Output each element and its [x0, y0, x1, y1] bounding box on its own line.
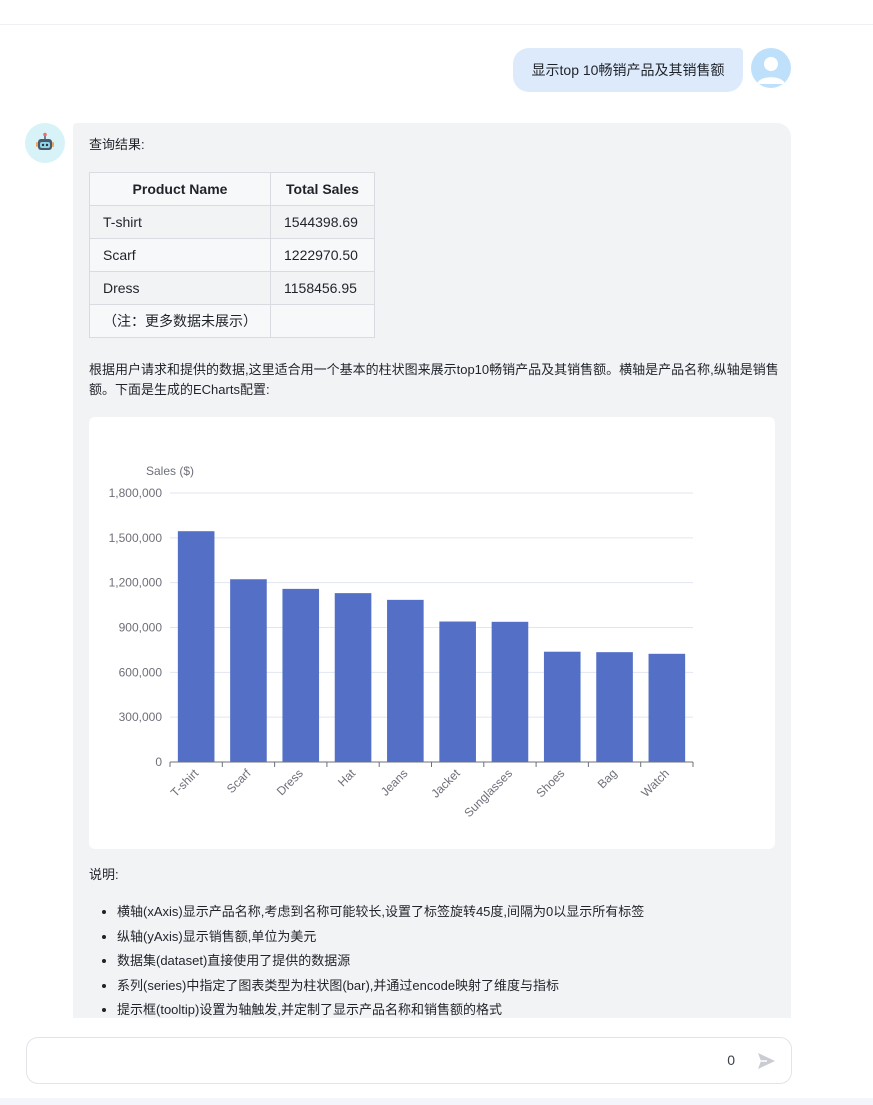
y-axis-label: Sales ($) [146, 464, 194, 478]
column-header-product-name: Product Name [89, 172, 271, 206]
x-tick-label: Jeans [378, 766, 411, 799]
x-tick-label: Bag [595, 766, 620, 791]
cell-product-name: T-shirt [89, 205, 271, 239]
bar [230, 579, 267, 762]
x-tick-label: T-shirt [168, 766, 202, 800]
user-avatar [751, 48, 791, 88]
bar [648, 653, 686, 762]
user-message-bubble: 显示top 10畅销产品及其销售额 [513, 48, 743, 92]
cell-total-sales: 1222970.50 [270, 238, 375, 272]
table-row-note: （注：更多数据未展示） [89, 304, 375, 338]
table-header-row: Product Name Total Sales [89, 172, 375, 206]
x-tick-label: Dress [274, 766, 306, 798]
send-icon[interactable] [755, 1050, 777, 1072]
chart-container: 0 300,000 600,000 900,000 1,200,000 1,500,000… [89, 417, 775, 849]
table-row: T-shirt 1544398.69 [89, 205, 375, 239]
notes-title: 说明: [89, 867, 119, 882]
x-tick-label: Jacket [428, 766, 463, 801]
table-row: Scarf 1222970.50 [89, 238, 375, 272]
header-divider [0, 24, 873, 25]
list-item: 纵轴(yAxis)显示销售额,单位为美元 [117, 925, 777, 950]
notes-list: 横轴(xAxis)显示产品名称,考虑到名称可能较长,设置了标签旋转45度,间隔为… [89, 900, 777, 1018]
table-row: Dress 1158456.95 [89, 271, 375, 305]
user-icon [757, 57, 785, 84]
y-tick-label: 1,800,000 [109, 486, 163, 500]
x-tick-label: Hat [335, 766, 359, 790]
chart-description: 根据用户请求和提供的数据,这里适合用一个基本的柱状图来展示top10畅销产品及其… [89, 362, 779, 397]
cell-more-data-note: （注：更多数据未展示） [89, 304, 271, 338]
x-tick-label: Sunglasses [461, 766, 515, 820]
cell-product-name: Dress [89, 271, 271, 305]
cell-product-name: Scarf [89, 238, 271, 272]
bar [543, 651, 581, 762]
footer-strip [0, 1098, 873, 1105]
bar [177, 531, 215, 762]
result-table: Product Name Total Sales T-shirt 1544398… [89, 172, 375, 338]
bot-message-card: 查询结果: Product Name Total Sales T-shirt 1… [73, 123, 791, 1018]
y-tick-label: 300,000 [119, 710, 163, 724]
bar [596, 652, 633, 762]
column-header-total-sales: Total Sales [270, 172, 375, 206]
message-input[interactable]: 0 [26, 1037, 792, 1084]
robot-icon [36, 132, 54, 150]
x-tick-label: Watch [638, 766, 672, 800]
x-tick-label: Shoes [533, 766, 567, 800]
list-item: 数据集(dataset)直接使用了提供的数据源 [117, 949, 777, 974]
char-count: 0 [727, 1052, 735, 1068]
y-tick-label: 600,000 [119, 665, 163, 679]
bar [491, 621, 529, 762]
list-item: 提示框(tooltip)设置为轴触发,并定制了显示产品名称和销售额的格式 [117, 998, 777, 1018]
y-tick-label: 1,200,000 [109, 576, 163, 590]
bar [282, 588, 320, 762]
query-result-label: 查询结果: [89, 137, 145, 152]
y-tick-label: 0 [155, 755, 162, 769]
bar [334, 593, 372, 762]
y-tick-label: 1,500,000 [109, 531, 163, 545]
bar [439, 621, 476, 762]
bar-chart: 0 300,000 600,000 900,000 1,200,000 1,500,000… [109, 464, 694, 820]
list-item: 系列(series)中指定了图表类型为柱状图(bar),并通过encode映射了… [117, 974, 777, 999]
list-item: 横轴(xAxis)显示产品名称,考虑到名称可能较长,设置了标签旋转45度,间隔为… [117, 900, 777, 925]
cell-empty [270, 304, 375, 338]
cell-total-sales: 1158456.95 [270, 271, 375, 305]
bar [387, 599, 424, 762]
y-tick-label: 900,000 [119, 621, 163, 635]
x-tick-label: Scarf [224, 766, 254, 796]
cell-total-sales: 1544398.69 [270, 205, 375, 239]
bot-avatar [25, 123, 65, 163]
